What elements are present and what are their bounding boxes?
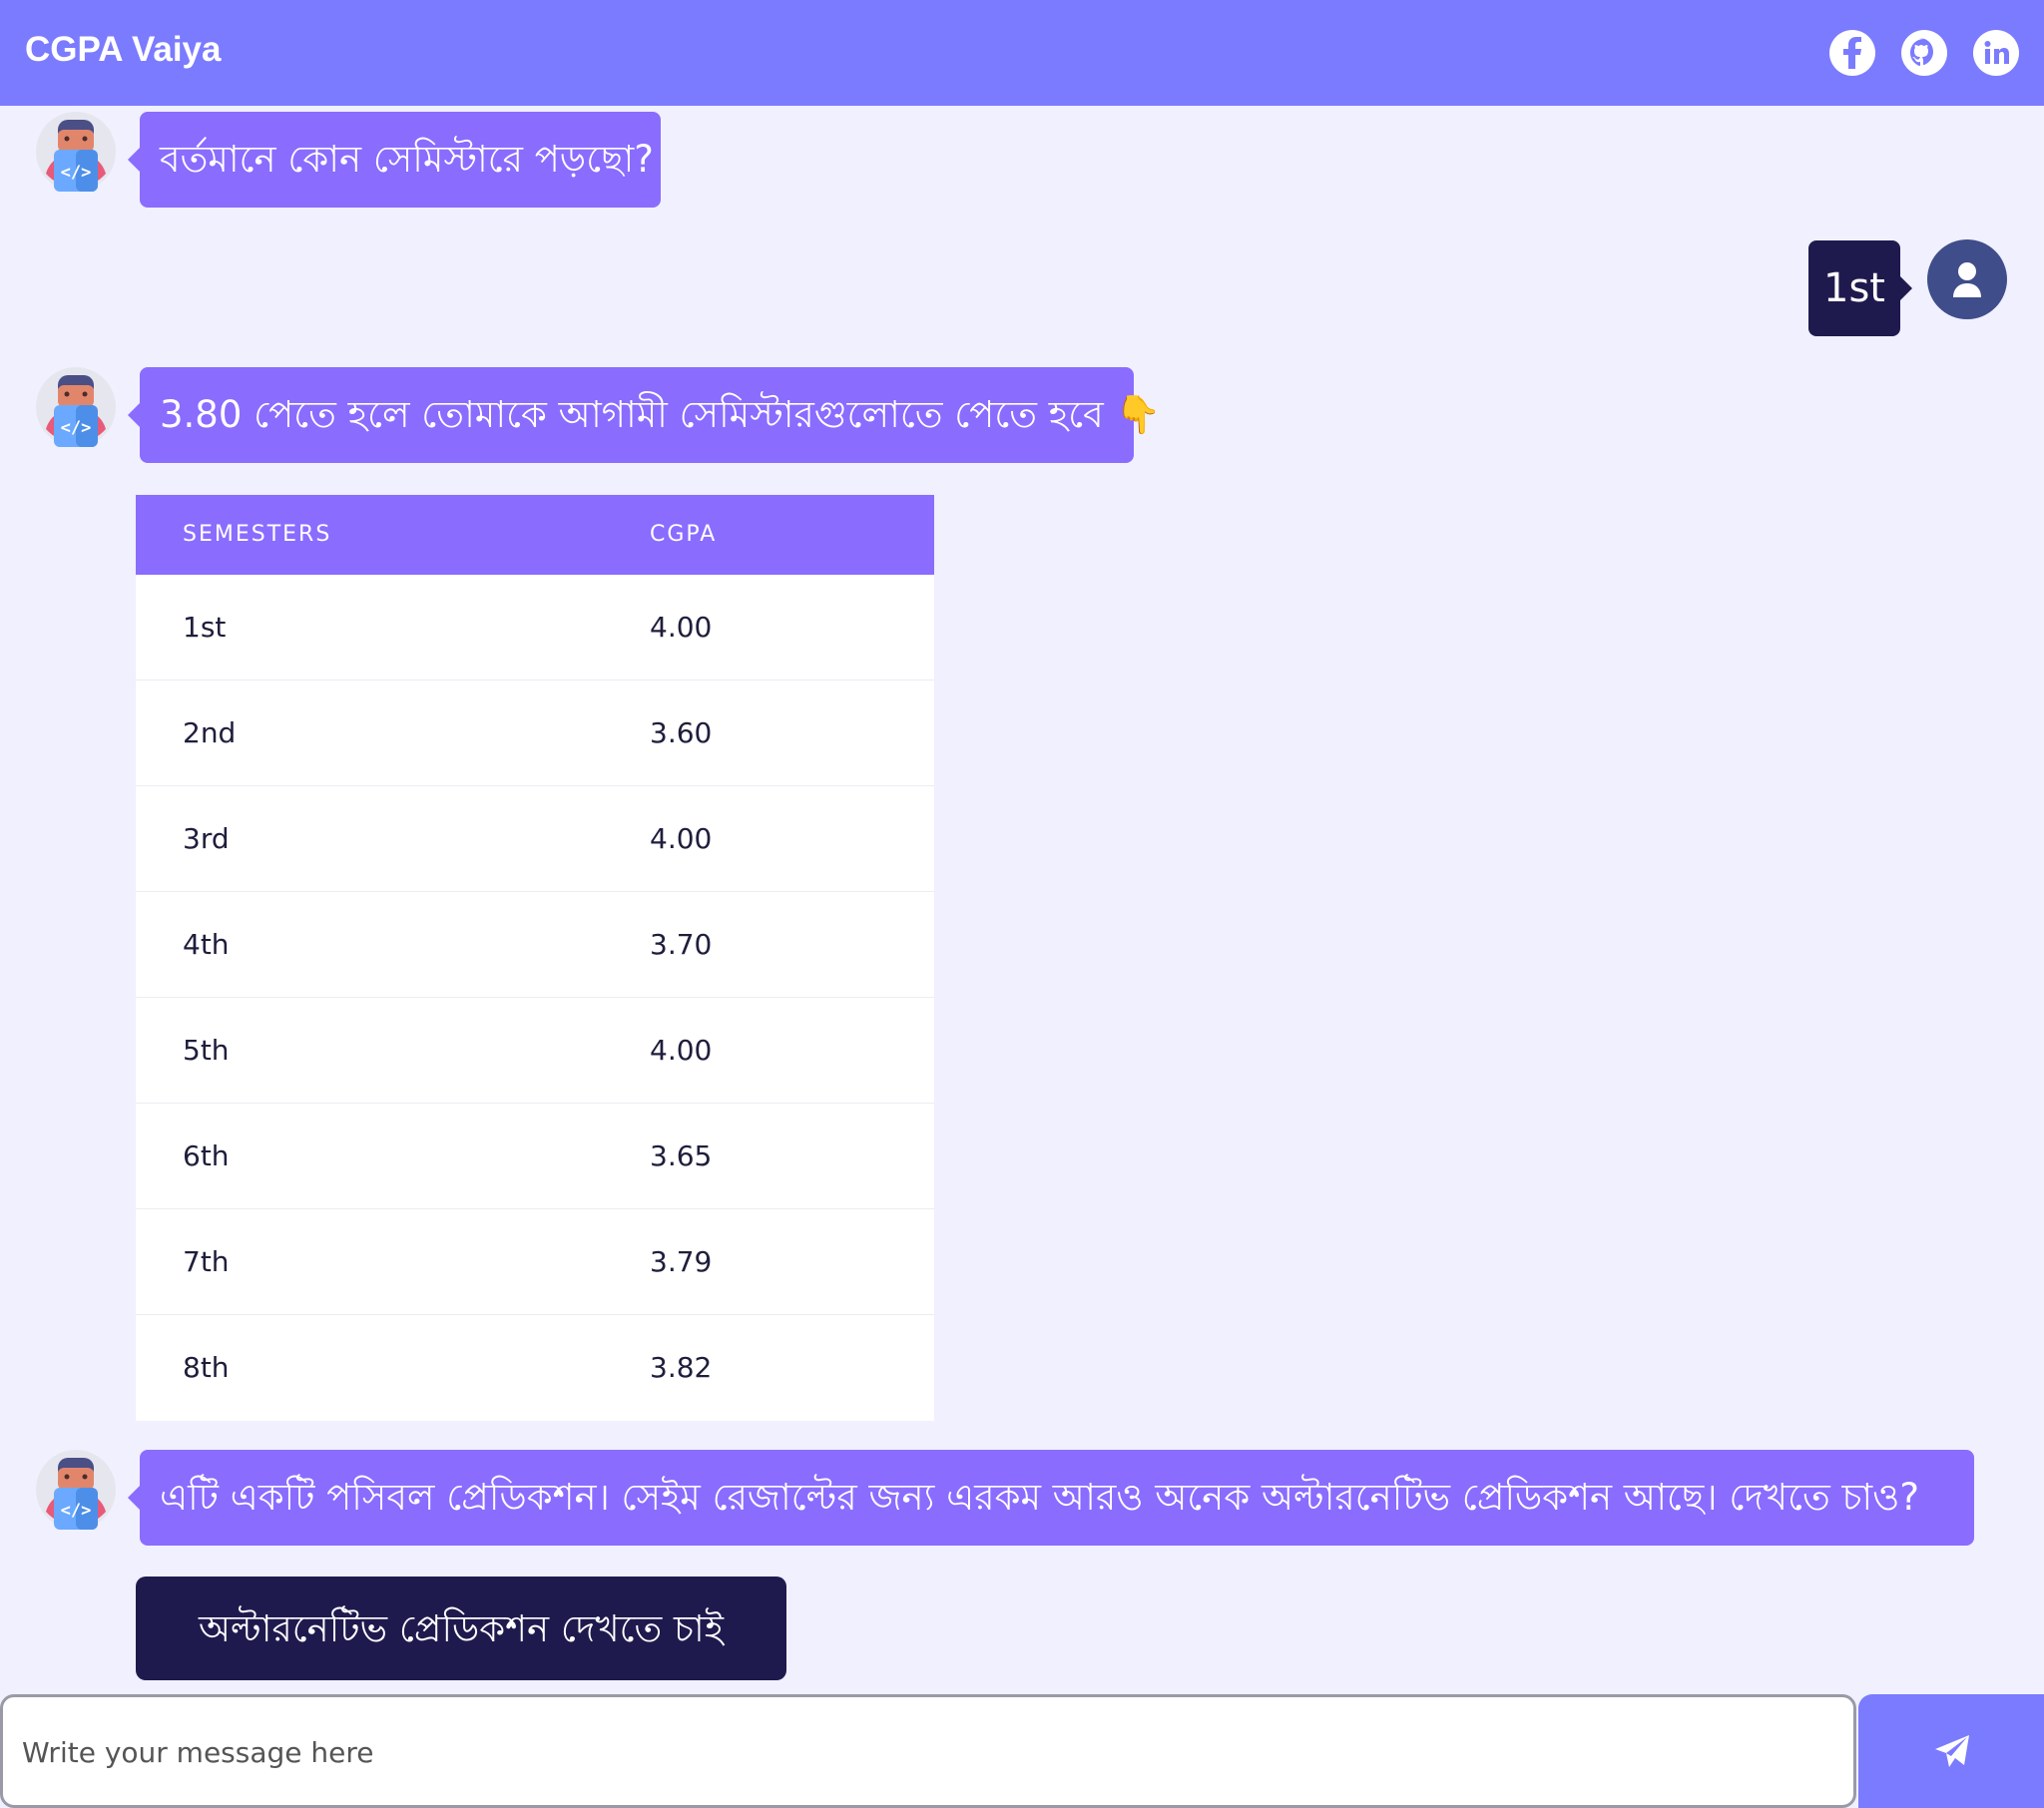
svg-text:</>: </> (61, 418, 92, 438)
bot-message-text: বর্তমানে কোন সেমিস্টারে পড়ছো? (160, 138, 654, 181)
bot-message-bubble: এটি একটি পসিবল প্রেডিকশন। সেইম রেজাল্টের… (128, 1450, 1974, 1546)
semester-cell: 2nd (183, 716, 237, 749)
bot-avatar: </> (36, 1450, 116, 1530)
app-header: CGPA Vaiya (0, 0, 2044, 106)
semester-cgpa-table: SEMESTERS CGPA 1st 4.00 2nd 3.60 3rd 4.0… (136, 495, 934, 1421)
message-input[interactable] (20, 1697, 1840, 1807)
table-row: 6th 3.65 (136, 1104, 934, 1209)
semester-cell: 3rd (183, 822, 230, 855)
cgpa-cell: 3.65 (650, 1139, 713, 1172)
user-avatar (1927, 239, 2007, 319)
cgpa-cell: 4.00 (650, 1034, 713, 1067)
table-row: 4th 3.70 (136, 892, 934, 998)
message-composer (0, 1694, 1856, 1808)
table-row: 5th 4.00 (136, 998, 934, 1104)
send-icon (1935, 1735, 1969, 1767)
table-row: 7th 3.79 (136, 1209, 934, 1315)
send-button[interactable] (1858, 1694, 2044, 1808)
table-header: SEMESTERS CGPA (136, 495, 934, 575)
linkedin-icon[interactable] (1972, 29, 2020, 77)
cgpa-cell: 3.82 (650, 1351, 713, 1384)
user-message-text: 1st (1823, 265, 1885, 311)
facebook-icon[interactable] (1828, 29, 1876, 77)
user-message-bubble: 1st (1808, 240, 1912, 336)
bot-message-bubble: বর্তমানে কোন সেমিস্টারে পড়ছো? (128, 112, 661, 208)
table-row: 1st 4.00 (136, 575, 934, 680)
svg-text:</>: </> (61, 163, 92, 183)
bot-avatar: </> (36, 367, 116, 447)
svg-text:</>: </> (61, 1501, 92, 1521)
user-icon (1953, 262, 1981, 297)
bot-message-text: 3.80 পেতে হলে তোমাকে আগামী সেমিস্টারগুলো… (160, 393, 1162, 436)
column-header-cgpa: CGPA (650, 522, 718, 547)
column-header-semesters: SEMESTERS (183, 522, 332, 547)
cgpa-cell: 3.70 (650, 928, 713, 961)
semester-cell: 6th (183, 1139, 230, 1172)
table-row: 3rd 4.00 (136, 786, 934, 892)
cgpa-cell: 4.00 (650, 611, 713, 644)
cgpa-cell: 3.60 (650, 716, 713, 749)
bot-message-bubble: 3.80 পেতে হলে তোমাকে আগামী সেমিস্টারগুলো… (128, 367, 1162, 463)
app-title: CGPA Vaiya (25, 30, 222, 69)
semester-cell: 5th (183, 1034, 230, 1067)
github-icon[interactable] (1900, 29, 1948, 77)
bot-avatar: </> (36, 112, 116, 192)
cgpa-cell: 4.00 (650, 822, 713, 855)
table-row: 2nd 3.60 (136, 680, 934, 786)
semester-cell: 4th (183, 928, 230, 961)
cgpa-cell: 3.79 (650, 1245, 713, 1278)
alternative-prediction-button[interactable]: অল্টারনেটিভ প্রেডিকশন দেখতে চাই (136, 1577, 786, 1680)
semester-cell: 1st (183, 611, 227, 644)
semester-cell: 8th (183, 1351, 230, 1384)
bot-message-text: এটি একটি পসিবল প্রেডিকশন। সেইম রেজাল্টের… (160, 1476, 1920, 1519)
table-row: 8th 3.82 (136, 1315, 934, 1421)
semester-cell: 7th (183, 1245, 230, 1278)
